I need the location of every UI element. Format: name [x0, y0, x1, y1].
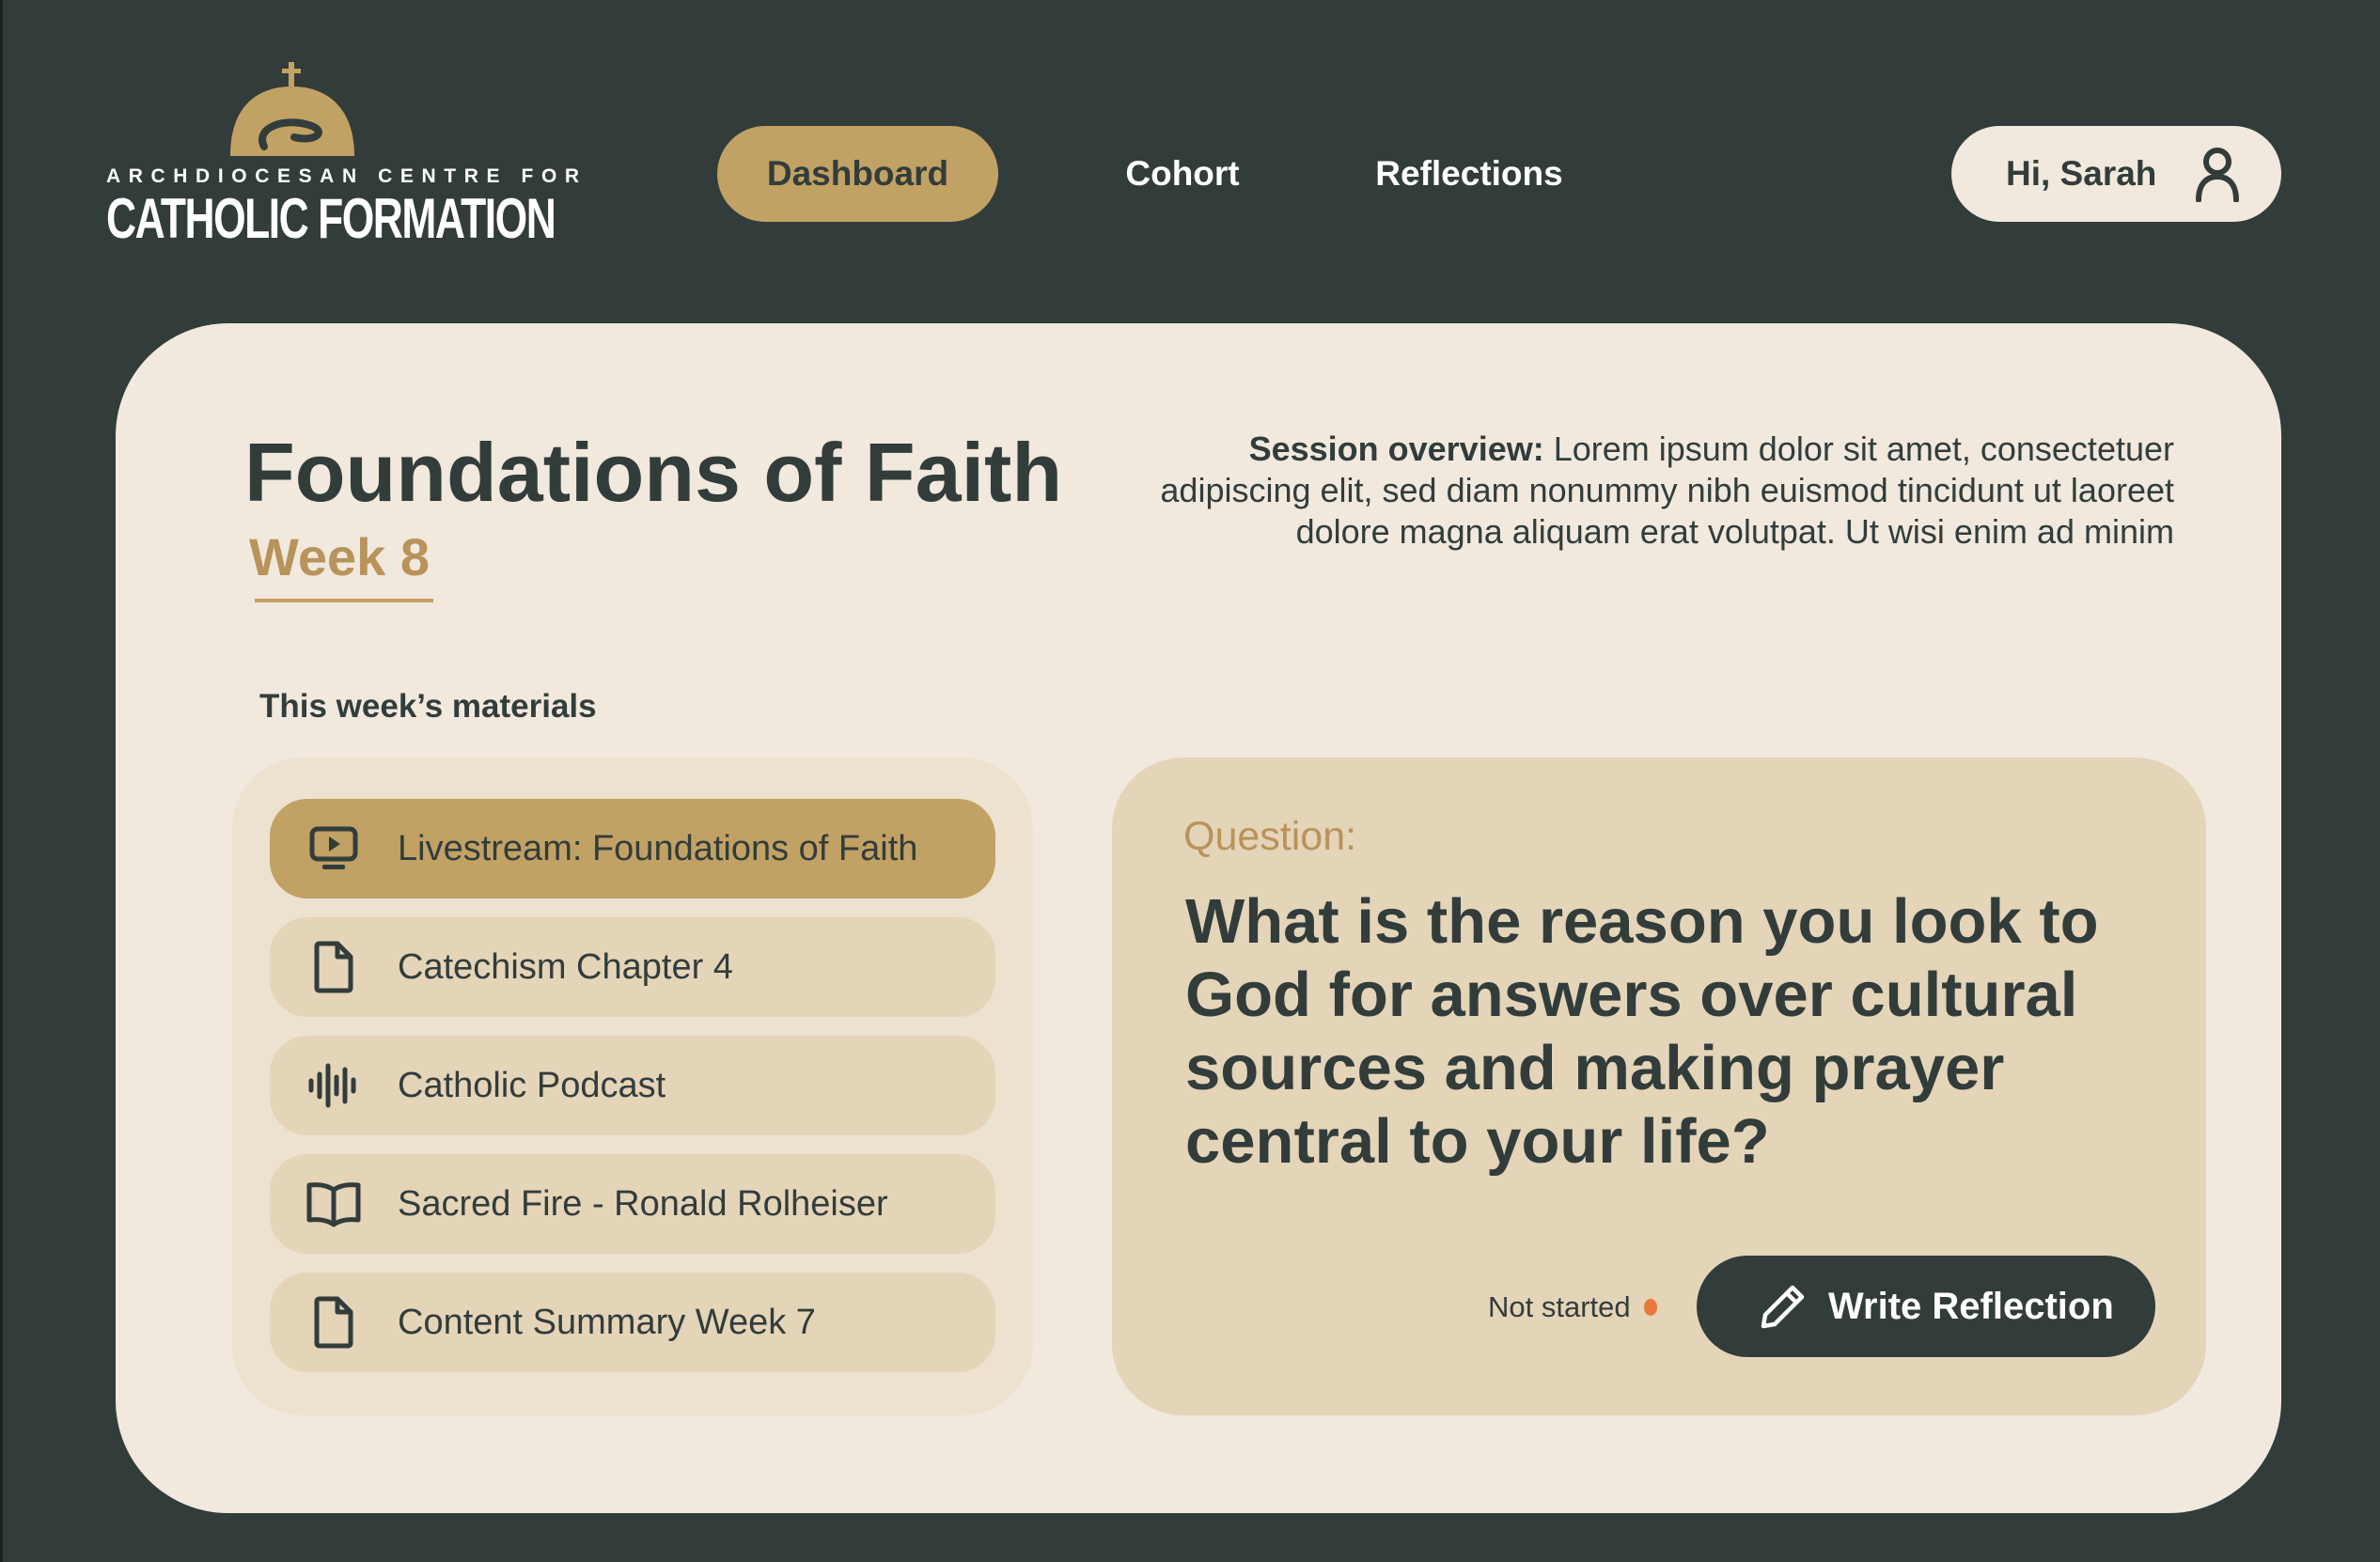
- brand-line-1: ARCHDIOCESAN CENTRE FOR: [106, 165, 587, 187]
- materials-heading: This week’s materials: [259, 688, 597, 725]
- reflection-status: Not started: [1488, 1284, 1657, 1331]
- user-icon: [2196, 148, 2240, 202]
- user-menu-button[interactable]: Hi, Sarah: [1951, 126, 2281, 222]
- material-item-content-summary[interactable]: Content Summary Week 7: [270, 1273, 995, 1372]
- material-item-catechism[interactable]: Catechism Chapter 4: [270, 917, 995, 1017]
- user-greeting: Hi, Sarah: [2006, 154, 2157, 193]
- nav-cohort-link[interactable]: Cohort: [1093, 126, 1272, 222]
- week-label[interactable]: Week 8: [249, 526, 430, 587]
- audio-waveform-icon: [305, 1057, 362, 1114]
- session-overview-label: Session overview:: [1248, 430, 1544, 468]
- app-page: ARCHDIOCESAN CENTRE FOR CATHOLIC FORMATI…: [0, 0, 2380, 1562]
- nav-dashboard-button[interactable]: Dashboard: [717, 126, 998, 222]
- course-card: Foundations of Faith Week 8 Session over…: [116, 323, 2281, 1513]
- materials-list: Livestream: Foundations of Faith Catechi…: [232, 758, 1033, 1415]
- material-item-livestream[interactable]: Livestream: Foundations of Faith: [270, 799, 995, 898]
- nav-reflections-link[interactable]: Reflections: [1356, 126, 1582, 222]
- livestream-icon: [305, 820, 362, 877]
- week-underline: [255, 599, 433, 602]
- material-item-podcast[interactable]: Catholic Podcast: [270, 1036, 995, 1135]
- session-overview: Session overview: Lorem ipsum dolor sit …: [1093, 429, 2174, 553]
- pencil-icon: [1761, 1285, 1805, 1329]
- brand-line-2: CATHOLIC FORMATION: [106, 187, 556, 250]
- material-item-label: Sacred Fire - Ronald Rolheiser: [398, 1183, 888, 1224]
- status-text: Not started: [1488, 1290, 1631, 1323]
- material-item-label: Livestream: Foundations of Faith: [398, 828, 918, 868]
- document-icon: [305, 939, 362, 995]
- book-icon: [305, 1176, 362, 1232]
- brand-logo[interactable]: ARCHDIOCESAN CENTRE FOR CATHOLIC FORMATI…: [106, 62, 587, 250]
- question-panel: Question: What is the reason you look to…: [1112, 758, 2206, 1415]
- material-item-label: Catholic Podcast: [398, 1065, 666, 1105]
- church-dome-logo-icon: [230, 62, 354, 156]
- question-label: Question:: [1183, 814, 1357, 859]
- material-item-label: Content Summary Week 7: [398, 1302, 816, 1342]
- write-reflection-button[interactable]: Write Reflection: [1697, 1256, 2155, 1357]
- write-reflection-label: Write Reflection: [1828, 1285, 2114, 1327]
- course-title: Foundations of Faith: [244, 426, 1063, 519]
- document-icon: [305, 1294, 362, 1351]
- status-dot: [1643, 1299, 1657, 1316]
- material-item-label: Catechism Chapter 4: [398, 946, 733, 987]
- material-item-sacred-fire[interactable]: Sacred Fire - Ronald Rolheiser: [270, 1154, 995, 1254]
- question-text: What is the reason you look to God for a…: [1185, 886, 2099, 1177]
